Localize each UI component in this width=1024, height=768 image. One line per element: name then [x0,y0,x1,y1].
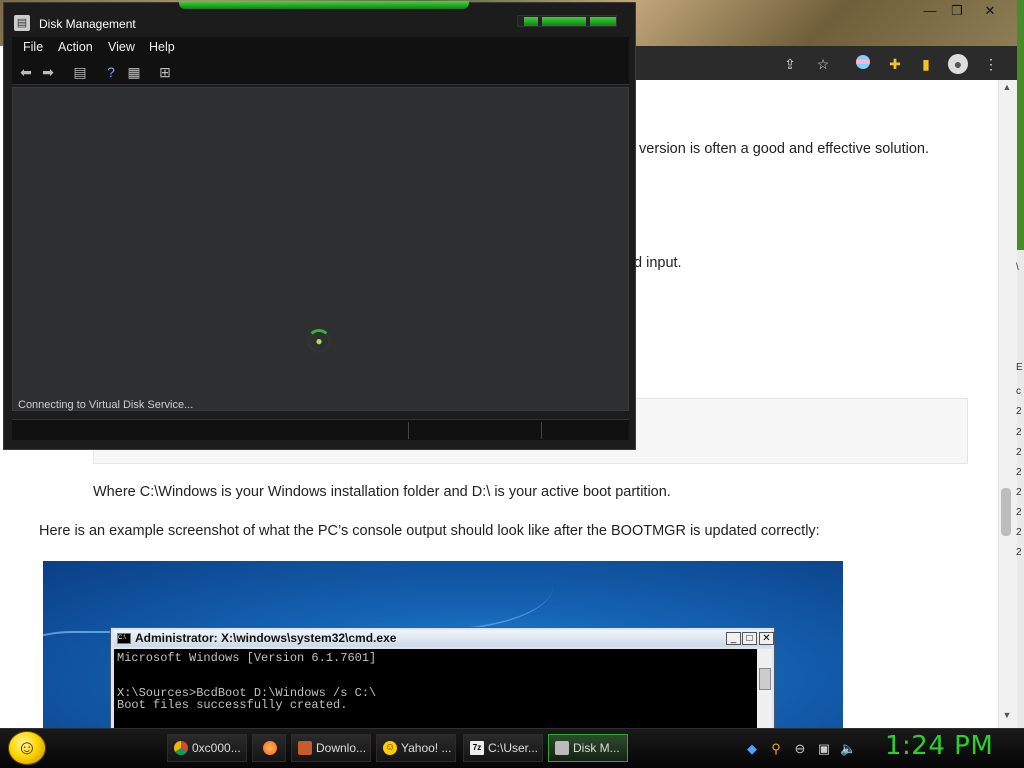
scroll-up-arrow-icon[interactable]: ▲ [1000,82,1014,92]
console-line: Boot files successfully created. [117,698,348,712]
taskbar-item-label: C:\User... [488,741,539,755]
window-title: Disk Management [39,17,136,31]
network-tray-icon[interactable]: ◆ [744,741,760,757]
browser-toolbar: ⇪ ☆ ✚ ▮ ● ⋮ [636,46,1017,80]
disk-management-icon [555,741,569,755]
help-icon[interactable]: ? [102,64,120,80]
article-text-line: t version is often a good and effective … [631,141,929,157]
scroll-thumb[interactable] [1001,488,1011,536]
edge-label: 2 [1016,487,1022,498]
sidepanel-icon[interactable]: ▮ [916,54,936,74]
menu-action[interactable]: Action [58,40,93,54]
edge-label: 2 [1016,467,1022,478]
taskbar-item-firefox[interactable] [252,734,286,762]
chrome-icon [174,741,188,755]
cmd-title: Administrator: X:\windows\system32\cmd.e… [135,631,397,645]
close-button[interactable] [590,17,616,26]
toolbar: ⬅ ➡ ▤ ? ▦ ⊞ [12,59,629,85]
menu-icon[interactable]: ⋮ [981,54,1001,74]
share-icon[interactable]: ⇪ [780,54,800,74]
taskbar-item-7zip[interactable]: 7z C:\User... [463,734,543,762]
restore-button[interactable]: ❐ [945,2,969,20]
minimize-button[interactable]: — [918,2,942,20]
article-text-line: d input. [634,255,682,271]
cmd-maximize-icon: □ [742,632,757,645]
edge-label: E [1016,362,1023,373]
maximize-button[interactable] [542,17,586,26]
close-button[interactable]: ✕ [978,2,1002,20]
start-button[interactable]: ☺ [8,731,46,765]
edge-label: 2 [1016,406,1022,417]
cmd-icon: C:\ [117,633,131,644]
edge-label: \ [1016,262,1019,273]
scroll-down-arrow-icon[interactable]: ▼ [1000,710,1014,720]
properties-icon[interactable]: ▦ [125,64,143,80]
cmd-scroll-thumb [759,668,771,690]
article-text-line: Where C:\Windows is your Windows install… [93,484,671,500]
extension-flag-icon[interactable] [853,54,873,74]
minus-tray-icon[interactable]: ⊖ [792,741,808,757]
console-line: Microsoft Windows [Version 6.1.7601] [117,651,377,665]
display-tray-icon[interactable]: ▣ [816,741,832,757]
download-icon [298,741,312,755]
disk-list-area[interactable] [12,87,629,411]
taskbar-item-label: 0xc000... [192,741,241,755]
edge-label: 2 [1016,547,1022,558]
title-glow [179,1,469,9]
disk-management-icon: ▤ [14,15,30,31]
show-hide-console-tree-icon[interactable]: ▤ [71,64,89,80]
yahoo-icon: ☺ [383,741,397,755]
edge-label: 2 [1016,527,1022,538]
star-icon[interactable]: ☆ [813,54,833,74]
edge-label: 2 [1016,507,1022,518]
taskbar-item-disk-management[interactable]: Disk M... [548,734,628,762]
menu-view[interactable]: View [108,40,135,54]
cmd-screenshot-image: C:\ Administrator: X:\windows\system32\c… [43,561,843,728]
cmd-window: C:\ Administrator: X:\windows\system32\c… [110,627,775,728]
menu-help[interactable]: Help [149,40,175,54]
taskbar-item-label: Disk M... [573,741,620,755]
profile-icon[interactable]: ● [948,54,968,74]
status-divider [541,422,542,439]
taskbar-item-yahoo[interactable]: ☺ Yahoo! ... [376,734,456,762]
wallpaper-streak [313,561,553,631]
minimize-button[interactable] [524,17,538,26]
back-arrow-icon[interactable]: ⬅ [17,64,35,80]
menu-bar: File Action View Help [12,37,629,59]
status-message: Connecting to Virtual Disk Service... [18,399,194,411]
7zip-icon: 7z [470,741,484,755]
status-divider [408,422,409,439]
menu-file[interactable]: File [23,40,43,54]
loading-spinner-icon: ● [307,329,331,353]
status-bar [12,419,629,440]
edge-label: c [1016,386,1021,397]
edge-label: 2 [1016,447,1022,458]
cmd-close-icon: ✕ [759,632,774,645]
firefox-icon [263,741,277,755]
edge-label: 2 [1016,427,1022,438]
search-tray-icon[interactable]: ⚲ [768,741,784,757]
customize-view-icon[interactable]: ⊞ [156,64,174,80]
taskbar-item-download[interactable]: Downlo... [291,734,371,762]
disk-management-window: ▤ Disk Management File Action View Help … [3,1,636,450]
article-text-line: Here is an example screenshot of what th… [39,523,820,539]
cmd-titlebar: C:\ Administrator: X:\windows\system32\c… [114,630,774,647]
window-controls [517,15,617,27]
page-scrollbar[interactable] [998,80,1017,728]
taskbar-item-label: Downlo... [316,741,367,755]
volume-icon[interactable]: 🔈 [840,741,856,757]
forward-arrow-icon[interactable]: ➡ [39,64,57,80]
taskbar-item-label: Yahoo! ... [401,741,452,755]
puzzle-icon[interactable]: ✚ [885,54,905,74]
cmd-minimize-icon: _ [726,632,741,645]
taskbar-item-chrome[interactable]: 0xc000... [167,734,247,762]
cmd-console: Microsoft Windows [Version 6.1.7601] X:\… [114,649,757,728]
taskbar-clock[interactable]: 1:24 PM [885,731,993,761]
